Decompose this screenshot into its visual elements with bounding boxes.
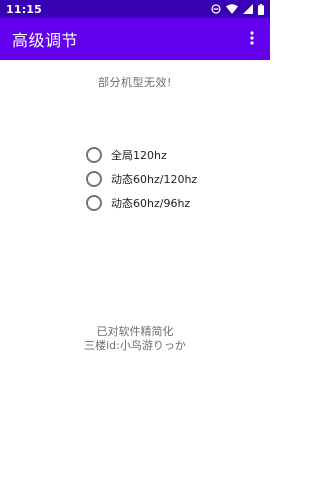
notice-text: 部分机型无效!	[98, 76, 172, 89]
app-bar: 高级调节	[0, 18, 270, 60]
status-icons	[211, 3, 264, 15]
radio-option-dynamic-60-96hz[interactable]: 动态60hz/96hz	[86, 191, 197, 215]
radio-button[interactable]	[86, 147, 102, 163]
radio-label: 动态60hz/120hz	[111, 173, 198, 186]
do-not-disturb-icon	[211, 4, 221, 14]
radio-option-global-120hz[interactable]: 全局120hz	[86, 143, 197, 167]
refresh-rate-radio-group: 全局120hz 动态60hz/120hz 动态60hz/96hz	[86, 143, 197, 215]
overflow-menu-button[interactable]	[242, 25, 262, 53]
app-title: 高级调节	[12, 31, 79, 50]
footer-credits: 已对软件精简化 三楼id:小鸟游りっか	[0, 325, 270, 353]
status-time: 11:15	[6, 2, 43, 16]
radio-label: 全局120hz	[111, 149, 167, 162]
screen: 11:15 高级调节 部分机型无效! 全局120hz 动态60hz/120hz …	[0, 0, 270, 480]
battery-icon	[258, 3, 264, 15]
radio-button[interactable]	[86, 171, 102, 187]
wifi-icon	[226, 4, 238, 14]
radio-option-dynamic-60-120hz[interactable]: 动态60hz/120hz	[86, 167, 197, 191]
radio-button[interactable]	[86, 195, 102, 211]
more-vert-icon	[250, 30, 254, 49]
footer-line-simplified: 已对软件精简化	[96, 325, 174, 338]
status-bar: 11:15	[0, 0, 270, 18]
cellular-signal-icon	[243, 4, 253, 14]
footer-line-author: 三楼id:小鸟游りっか	[84, 339, 186, 352]
radio-label: 动态60hz/96hz	[111, 197, 191, 210]
